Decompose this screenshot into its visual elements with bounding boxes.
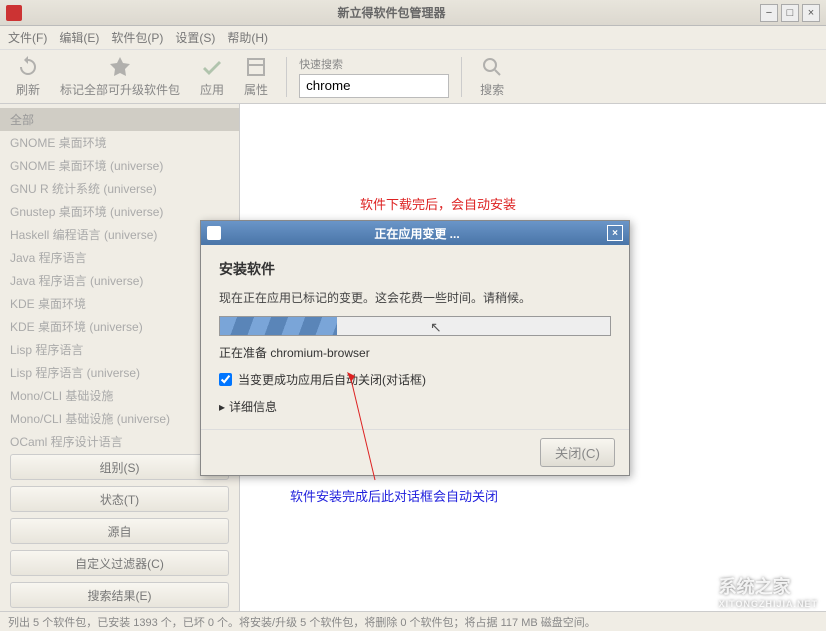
watermark-logo-icon [687,578,713,604]
properties-icon [244,55,268,79]
dialog-close-btn[interactable]: 关闭(C) [540,438,615,467]
groups-button[interactable]: 组别(S) [10,454,229,480]
menu-file[interactable]: 文件(F) [8,29,47,46]
category-item[interactable]: GNOME 桌面环境 (universe) [0,154,239,177]
statusbar: 列出 5 个软件包，已安装 1393 个，已坏 0 个。将安装/升级 5 个软件… [0,611,826,631]
details-label: 详细信息 [229,398,277,415]
apply-label: 应用 [200,81,224,98]
menu-edit[interactable]: 编辑(E) [59,29,99,46]
dialog-footer: 关闭(C) [201,429,629,475]
category-all[interactable]: 全部 [0,108,239,131]
titlebar: 新立得软件包管理器 − □ × [0,0,826,26]
annotation-red: 软件下载完后，会自动安装 [360,194,516,213]
origin-button[interactable]: 源自 [10,518,229,544]
properties-button[interactable]: 属性 [238,53,274,100]
apply-dialog: 正在应用变更 ... × 安装软件 现在正在应用已标记的变更。这会花费一些时间。… [200,220,630,476]
properties-label: 属性 [244,81,268,98]
quicksearch-label: 快速搜索 [299,56,449,72]
dialog-body: 安装软件 现在正在应用已标记的变更。这会花费一些时间。请稍候。 ↖ 正在准备 c… [201,245,629,429]
search-label: 搜索 [480,81,504,98]
markall-button[interactable]: 标记全部可升级软件包 [54,53,186,100]
menubar: 文件(F) 编辑(E) 软件包(P) 设置(S) 帮助(H) [0,26,826,50]
status-button[interactable]: 状态(T) [10,486,229,512]
autoclose-label: 当变更成功应用后自动关闭(对话框) [238,371,426,388]
markall-icon [108,55,132,79]
menu-package[interactable]: 软件包(P) [111,29,163,46]
search-button[interactable]: 搜索 [474,53,510,100]
dialog-status: 正在准备 chromium-browser [219,344,611,361]
dialog-title: 正在应用变更 ... [227,225,607,242]
watermark-url: XITONGZHIJIA.NET [719,599,818,609]
markall-label: 标记全部可升级软件包 [60,81,180,98]
toolbar-separator [461,57,462,97]
toolbar: 刷新 标记全部可升级软件包 应用 属性 快速搜索 搜索 [0,50,826,104]
toolbar-separator [286,57,287,97]
category-item[interactable]: GNU R 统计系统 (universe) [0,177,239,200]
status-text: 列出 5 个软件包，已安装 1393 个，已坏 0 个。将安装/升级 5 个软件… [8,614,596,630]
dialog-heading: 安装软件 [219,259,611,279]
details-toggle[interactable]: ▸ 详细信息 [219,398,611,415]
dialog-close-button[interactable]: × [607,225,623,241]
minimize-button[interactable]: − [760,4,778,22]
menu-settings[interactable]: 设置(S) [175,29,215,46]
watermark: 系统之家 XITONGZHIJIA.NET [687,573,818,609]
progress-bar: ↖ [219,316,611,336]
quicksearch-box: 快速搜索 [299,56,449,98]
progress-fill [220,317,337,335]
dialog-message: 现在正在应用已标记的变更。这会花费一些时间。请稍候。 [219,289,611,306]
menu-help[interactable]: 帮助(H) [227,29,268,46]
quicksearch-input[interactable] [299,74,449,98]
maximize-button[interactable]: □ [781,4,799,22]
autoclose-checkbox[interactable] [219,373,232,386]
results-button[interactable]: 搜索结果(E) [10,582,229,608]
chevron-right-icon: ▸ [219,400,225,414]
dialog-titlebar: 正在应用变更 ... × [201,221,629,245]
filter-button[interactable]: 自定义过滤器(C) [10,550,229,576]
refresh-button[interactable]: 刷新 [10,53,46,100]
annotation-blue: 软件安装完成后此对话框会自动关闭 [290,486,498,505]
autoclose-checkbox-row[interactable]: 当变更成功应用后自动关闭(对话框) [219,371,611,388]
window-title: 新立得软件包管理器 [26,4,757,21]
cursor-icon: ↖ [430,319,442,336]
close-button[interactable]: × [802,4,820,22]
apply-button[interactable]: 应用 [194,53,230,100]
watermark-brand: 系统之家 [719,577,791,597]
search-icon [480,55,504,79]
apply-icon [200,55,224,79]
dialog-icon [207,226,221,240]
refresh-label: 刷新 [16,81,40,98]
refresh-icon [16,55,40,79]
app-icon [6,5,22,21]
category-item[interactable]: GNOME 桌面环境 [0,131,239,154]
